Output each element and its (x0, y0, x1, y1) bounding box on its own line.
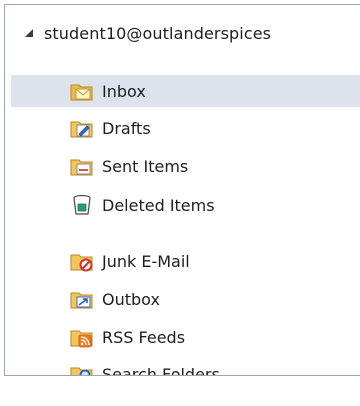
account-label: student10@outlanderspices (44, 23, 272, 43)
folder-item-sent-items[interactable]: Sent Items (11, 150, 360, 182)
rss-feeds-folder-icon (70, 330, 93, 348)
folder-item-search-folders[interactable]: Search Folders (11, 358, 360, 376)
folder-label-deleted-items: Deleted Items (102, 195, 215, 215)
folder-label-drafts: Drafts (102, 118, 151, 138)
deleted-items-trash-icon (73, 194, 91, 215)
folder-item-outbox[interactable]: Outbox (11, 283, 360, 315)
folder-label-junk-email: Junk E-Mail (102, 251, 190, 271)
inbox-folder-icon (70, 84, 93, 101)
folder-label-search-folders: Search Folders (102, 364, 220, 376)
folder-item-drafts[interactable]: Drafts (11, 112, 360, 144)
junk-email-folder-icon (70, 254, 93, 272)
folder-label-inbox: Inbox (102, 81, 146, 101)
folder-label-rss-feeds: RSS Feeds (102, 327, 186, 347)
folder-item-deleted-items[interactable]: Deleted Items (11, 189, 360, 221)
folder-label-outbox: Outbox (102, 289, 160, 309)
sent-items-folder-icon (70, 159, 93, 176)
collapse-arrow-icon[interactable] (24, 28, 34, 38)
folder-pane: student10@outlanderspices Inbox Drafts S… (4, 4, 360, 376)
folder-item-junk-email[interactable]: Junk E-Mail (11, 245, 360, 277)
outbox-folder-icon (70, 292, 93, 309)
folder-item-inbox[interactable]: Inbox (11, 75, 360, 107)
folder-label-sent-items: Sent Items (102, 156, 189, 176)
account-node[interactable]: student10@outlanderspices (5, 19, 360, 47)
search-folders-icon (70, 367, 93, 375)
folder-item-rss-feeds[interactable]: RSS Feeds (11, 321, 360, 353)
drafts-folder-icon (70, 121, 93, 138)
